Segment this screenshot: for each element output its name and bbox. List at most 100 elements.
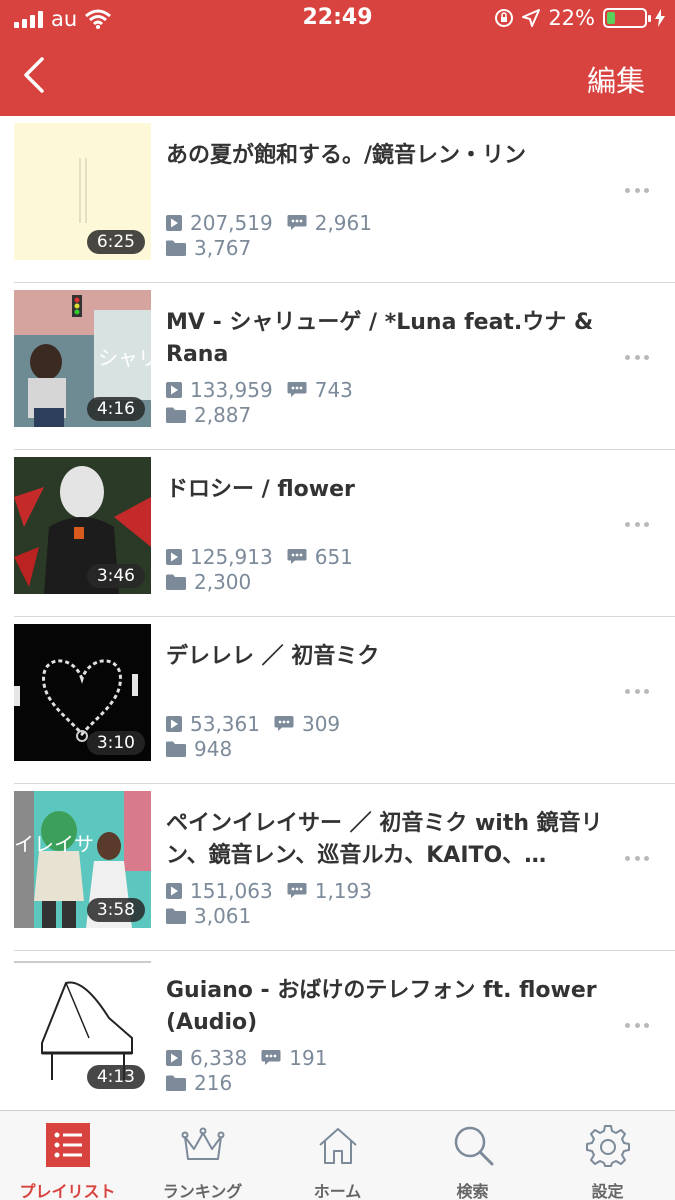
- tab-label: 検索: [456, 1182, 489, 1200]
- comment-count: 743: [314, 377, 353, 402]
- video-stats: 125,913 651 2,300: [166, 544, 367, 594]
- list-item[interactable]: 3:10 デレレレ ／ 初音ミク 53,361 309 948: [0, 617, 675, 784]
- comment-count: 191: [289, 1045, 328, 1070]
- more-options-icon[interactable]: [625, 355, 649, 361]
- comment-count: 1,193: [314, 878, 372, 903]
- view-count: 6,338: [190, 1045, 248, 1070]
- list-item[interactable]: 3:46 ドロシー / flower 125,913 651 2,300: [0, 450, 675, 617]
- more-options-icon[interactable]: [625, 1023, 649, 1029]
- play-count-icon: [166, 882, 182, 899]
- list-item[interactable]: 6:25 あの夏が飽和する。/鏡音レン・リン 207,519 2,961 3,7…: [0, 116, 675, 283]
- playlist-icon: [45, 1123, 90, 1167]
- list-item[interactable]: イレイサ 3:58 ペインイレイサー ／ 初音ミク with 鏡音リン、鏡音レン…: [0, 784, 675, 951]
- more-options-icon[interactable]: [625, 689, 649, 695]
- list-item[interactable]: 4:13 Guiano - おばけのテレフォン ft. flower (Audi…: [0, 951, 675, 1118]
- mylist-count: 948: [194, 736, 233, 761]
- mylist-count: 216: [194, 1070, 233, 1095]
- more-options-icon[interactable]: [625, 856, 649, 862]
- list-item[interactable]: シャリュ 4:16 MV - シャリューゲ / *Luna feat.ウナ & …: [0, 283, 675, 450]
- tab-home[interactable]: ホーム: [270, 1111, 405, 1200]
- video-stats: 6,338 191 216: [166, 1045, 341, 1095]
- video-stats: 133,959 743 2,887: [166, 377, 367, 427]
- video-thumbnail[interactable]: 3:10: [14, 624, 151, 761]
- tab-playlist[interactable]: プレイリスト: [0, 1111, 135, 1200]
- video-title: ドロシー / flower: [166, 477, 355, 502]
- orientation-lock-icon: [495, 9, 514, 27]
- duration-badge: 3:10: [86, 731, 145, 755]
- edit-button[interactable]: 編集: [587, 58, 645, 100]
- mylist-count: 2,887: [194, 402, 252, 427]
- folder-icon: [166, 407, 186, 423]
- svg-text:シャリュ: シャリュ: [98, 346, 151, 370]
- folder-icon: [166, 908, 186, 924]
- video-stats: 53,361 309 948: [166, 711, 354, 761]
- video-title: MV - シャリューゲ / *Luna feat.ウナ & Rana: [166, 310, 594, 367]
- comment-icon: [261, 1050, 281, 1065]
- status-bar: au 22:49 22%: [0, 0, 675, 38]
- folder-icon: [166, 1075, 186, 1091]
- play-count-icon: [166, 381, 182, 398]
- app-header: au 22:49 22% 編集: [0, 0, 675, 116]
- play-count-icon: [166, 1049, 182, 1066]
- video-stats: 207,519 2,961 3,767: [166, 210, 386, 260]
- video-title: ペインイレイサー ／ 初音ミク with 鏡音リン、鏡音レン、巡音ルカ、KAIT…: [166, 811, 603, 868]
- video-thumbnail[interactable]: イレイサ 3:58: [14, 791, 151, 928]
- tab-settings[interactable]: 設定: [540, 1111, 675, 1200]
- video-stats: 151,063 1,193 3,061: [166, 878, 386, 928]
- tab-label: 設定: [591, 1182, 624, 1200]
- video-title: あの夏が飽和する。/鏡音レン・リン: [166, 143, 527, 168]
- mylist-count: 2,300: [194, 569, 252, 594]
- folder-icon: [166, 574, 186, 590]
- more-options-icon[interactable]: [625, 522, 649, 528]
- charging-icon: [655, 9, 665, 27]
- view-count: 151,063: [190, 878, 273, 903]
- tab-label: プレイリスト: [19, 1182, 116, 1200]
- video-title: デレレレ ／ 初音ミク: [166, 644, 380, 669]
- tab-ranking[interactable]: ランキング: [135, 1111, 270, 1200]
- mylist-count: 3,767: [194, 235, 252, 260]
- video-thumbnail[interactable]: 6:25: [14, 123, 151, 260]
- duration-badge: 4:16: [86, 397, 145, 421]
- tab-label: ランキング: [162, 1182, 243, 1200]
- duration-badge: 3:58: [86, 898, 145, 922]
- comment-count: 309: [301, 711, 341, 736]
- comment-icon: [287, 382, 307, 397]
- view-count: 125,913: [190, 544, 273, 569]
- home-icon: [318, 1128, 357, 1164]
- folder-icon: [166, 741, 186, 757]
- comment-count: 651: [314, 544, 353, 569]
- comment-icon: [287, 883, 307, 898]
- comment-icon: [274, 716, 294, 731]
- play-count-icon: [166, 214, 182, 231]
- battery-icon: [603, 8, 651, 28]
- duration-badge: 4:13: [86, 1065, 145, 1089]
- comment-icon: [287, 215, 307, 230]
- crown-icon: [181, 1127, 224, 1160]
- comment-icon: [287, 549, 307, 564]
- view-count: 133,959: [190, 377, 273, 402]
- search-icon: [454, 1126, 493, 1166]
- comment-count: 2,961: [314, 210, 372, 235]
- video-title: Guiano - おばけのテレフォン ft. flower (Audio): [166, 978, 597, 1035]
- video-thumbnail[interactable]: シャリュ 4:16: [14, 290, 151, 427]
- play-count-icon: [166, 548, 182, 565]
- video-thumbnail[interactable]: 3:46: [14, 457, 151, 594]
- video-thumbnail[interactable]: 4:13: [14, 958, 151, 1095]
- battery-percent: 22%: [548, 6, 595, 30]
- tab-label: ホーム: [313, 1182, 362, 1200]
- view-count: 207,519: [190, 210, 273, 235]
- duration-badge: 6:25: [86, 230, 145, 254]
- video-list: 6:25 あの夏が飽和する。/鏡音レン・リン 207,519 2,961 3,7…: [0, 116, 675, 1118]
- folder-icon: [166, 240, 186, 256]
- tab-bar: プレイリスト ランキング ホーム 検索 設定: [0, 1110, 675, 1200]
- location-icon: [522, 9, 541, 27]
- svg-text:イレイサ: イレイサ: [14, 832, 94, 856]
- back-button[interactable]: [20, 55, 50, 95]
- view-count: 53,361: [190, 711, 260, 736]
- tab-search[interactable]: 検索: [405, 1111, 540, 1200]
- more-options-icon[interactable]: [625, 188, 649, 194]
- gear-icon: [585, 1125, 630, 1167]
- mylist-count: 3,061: [194, 903, 252, 928]
- duration-badge: 3:46: [86, 564, 145, 588]
- play-count-icon: [166, 715, 182, 732]
